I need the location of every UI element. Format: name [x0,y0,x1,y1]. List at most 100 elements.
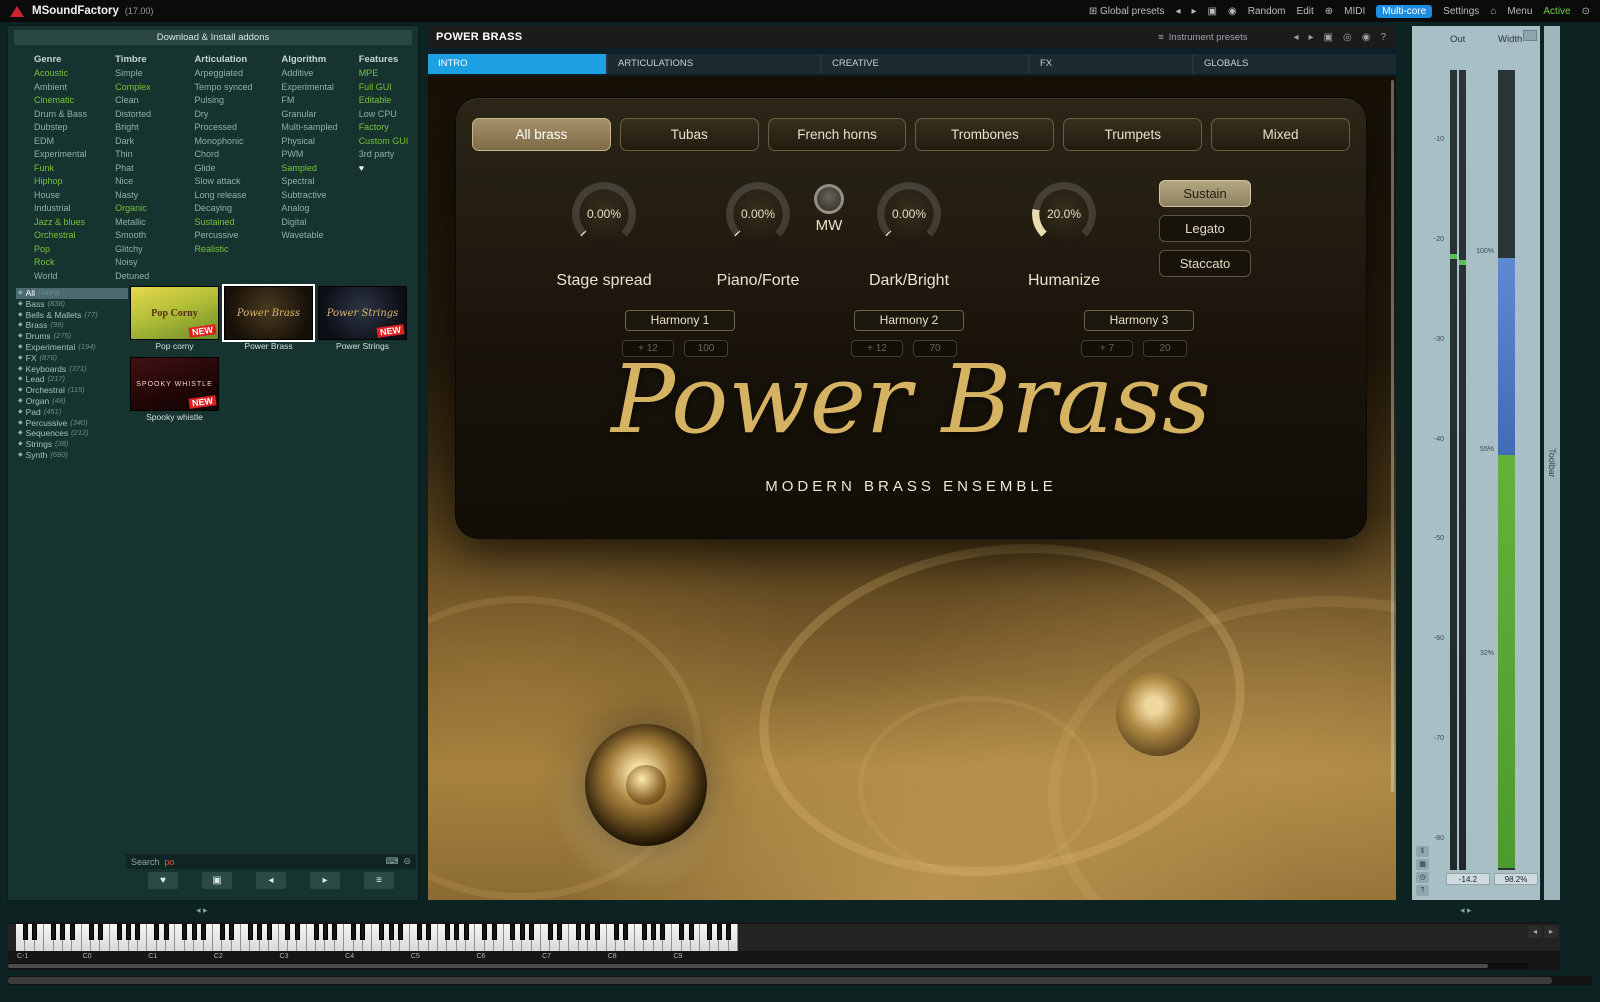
black-key[interactable] [520,924,525,940]
section-all-brass[interactable]: All brass [472,118,611,151]
black-key[interactable] [679,924,684,940]
filter-item-custom-gui[interactable]: Custom GUI [359,135,414,149]
tree-item-pad[interactable]: ◆Pad(451) [16,407,128,418]
topbar-add[interactable]: ⊕ [1325,6,1333,17]
filter-item-drum-bass[interactable]: Drum & Bass [34,108,112,122]
out-meter-left[interactable] [1450,70,1457,870]
tab-creative[interactable]: CREATIVE [822,54,1028,74]
black-key[interactable] [417,924,422,940]
filter-item-thin[interactable]: Thin [115,148,191,162]
filter-item-pulsing[interactable]: Pulsing [194,94,278,108]
filter-item-funk[interactable]: Funk [34,162,112,176]
topbar-next[interactable]: ▸ [1192,6,1197,17]
filter-item-metallic[interactable]: Metallic [115,216,191,230]
filter-item-nasty[interactable]: Nasty [115,189,191,203]
black-key[interactable] [182,924,187,940]
filter-item-physical[interactable]: Physical [281,135,355,149]
filter-item-full-gui[interactable]: Full GUI [359,81,414,95]
filter-item-clean[interactable]: Clean [115,94,191,108]
filter-item-noisy[interactable]: Noisy [115,256,191,270]
topbar-power[interactable]: ⊙ [1582,6,1590,17]
filter-item-jazz-blues[interactable]: Jazz & blues [34,216,112,230]
search-input[interactable]: po [165,857,175,867]
articulation-legato[interactable]: Legato [1159,215,1251,242]
black-key[interactable] [660,924,665,940]
filter-item-analog[interactable]: Analog [281,202,355,216]
topbar-snapshot[interactable]: ▣ [1208,6,1217,17]
articulation-staccato[interactable]: Staccato [1159,250,1251,277]
meter-help-button[interactable]: ? [1416,885,1429,896]
mod-wheel-knob[interactable]: MW [814,184,844,234]
black-key[interactable] [492,924,497,940]
black-key[interactable] [717,924,722,940]
black-key[interactable] [60,924,65,940]
filter-item-bright[interactable]: Bright [115,121,191,135]
black-key[interactable] [32,924,37,940]
black-key[interactable] [126,924,131,940]
black-key[interactable] [267,924,272,940]
black-key[interactable] [454,924,459,940]
browser-artwork-button[interactable]: ▣ [202,872,232,889]
topbar-compare[interactable]: ◉ [1228,6,1237,17]
favorites-filter-icon[interactable]: ♥ [359,162,414,176]
tree-item-bells-mallets[interactable]: ◆Bells & Mallets(77) [16,310,128,321]
topbar-multi-core[interactable]: Multi-core [1376,5,1432,18]
keyboard-icon[interactable]: ⌨ [385,856,398,867]
filter-item-subtractive[interactable]: Subtractive [281,189,355,203]
tree-item-bass[interactable]: ◆Bass(838) [16,299,128,310]
knob-humanize[interactable]: 20.0% [1032,182,1096,246]
harmony-3-button[interactable]: Harmony 3 [1084,310,1194,331]
filter-item-granular[interactable]: Granular [281,108,355,122]
addon-pop-corny[interactable]: Pop CornyNEWPop corny [130,286,219,352]
topbar-prev[interactable]: ◂ [1175,6,1180,17]
filter-item-sustained[interactable]: Sustained [194,216,278,230]
tree-item-synth[interactable]: ◆Synth(690) [16,450,128,461]
black-key[interactable] [248,924,253,940]
filter-item-detuned[interactable]: Detuned [115,270,191,284]
black-key[interactable] [351,924,356,940]
filter-item-realistic[interactable]: Realistic [194,243,278,257]
black-key[interactable] [135,924,140,940]
filter-item-orchestral[interactable]: Orchestral [34,229,112,243]
tree-item-sequences[interactable]: ◆Sequences(212) [16,428,128,439]
filter-item-hiphop[interactable]: Hiphop [34,175,112,189]
black-key[interactable] [154,924,159,940]
topbar-edit[interactable]: Edit [1297,6,1314,17]
filter-item-complex[interactable]: Complex [115,81,191,95]
filter-item-fm[interactable]: FM [281,94,355,108]
content-pager[interactable]: ◂ ▸ [1460,905,1472,916]
search-bar[interactable]: Search po ⌨⊝ [126,854,416,869]
tree-item-keyboards[interactable]: ◆Keyboards(371) [16,364,128,375]
filter-item-monophonic[interactable]: Monophonic [194,135,278,149]
filter-item-3rd-party[interactable]: 3rd party [359,148,414,162]
ab-compare-icon[interactable]: ◎ [1343,32,1352,43]
download-addons-button[interactable]: Download & Install addons [14,30,412,45]
preset-next-icon[interactable]: ▸ [1308,32,1313,43]
topbar-menu[interactable]: Menu [1507,6,1532,17]
tree-item-all[interactable]: ◆All(4449) [16,288,128,299]
black-key[interactable] [314,924,319,940]
black-key[interactable] [201,924,206,940]
harmony-1-button[interactable]: Harmony 1 [625,310,735,331]
width-meter[interactable] [1498,70,1515,870]
section-trombones[interactable]: Trombones [915,118,1054,151]
topbar-random[interactable]: Random [1248,6,1286,17]
tree-item-brass[interactable]: ◆Brass(99) [16,320,128,331]
tree-item-strings[interactable]: ◆Strings(38) [16,439,128,450]
filter-item-dubstep[interactable]: Dubstep [34,121,112,135]
harmony-2-button[interactable]: Harmony 2 [854,310,964,331]
filter-item-glitchy[interactable]: Glitchy [115,243,191,257]
black-key[interactable] [614,924,619,940]
browser-favorite-button[interactable]: ♥ [148,872,178,889]
meter-history-button[interactable]: ◷ [1416,872,1429,883]
black-key[interactable] [642,924,647,940]
filter-item-edm[interactable]: EDM [34,135,112,149]
addon-power-strings[interactable]: Power StringsNEWPower Strings [318,286,407,352]
black-key[interactable] [548,924,553,940]
section-trumpets[interactable]: Trumpets [1063,118,1202,151]
filter-item-decaying[interactable]: Decaying [194,202,278,216]
filter-item-digital[interactable]: Digital [281,216,355,230]
filter-item-dry[interactable]: Dry [194,108,278,122]
filter-item-experimental[interactable]: Experimental [281,81,355,95]
kb-left-button[interactable]: ◂ [1528,926,1542,938]
